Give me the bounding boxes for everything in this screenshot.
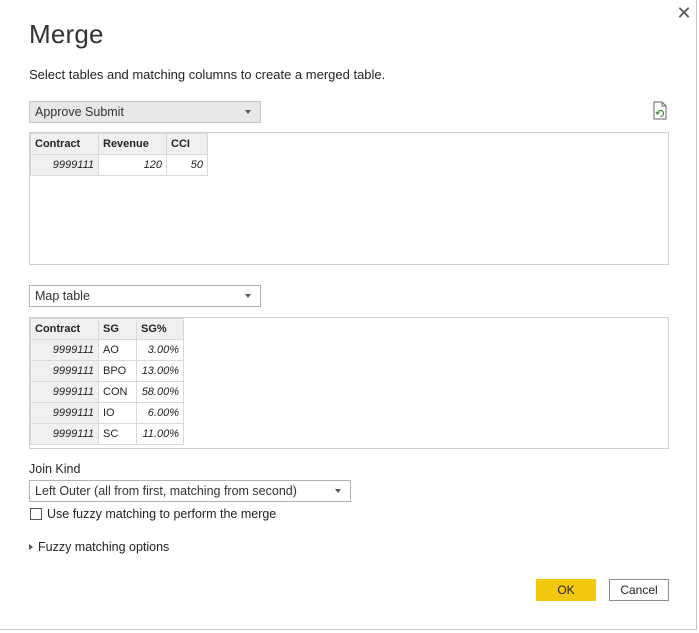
column-header-sg[interactable]: SG [98, 318, 137, 340]
first-table-grid: Contract Revenue CCI 9999111 120 50 [30, 133, 208, 176]
table-row: 9999111 120 50 [30, 154, 208, 176]
table-row: 9999111 BPO 13.00% [30, 360, 184, 382]
merge-dialog: ✕ Merge Select tables and matching colum… [0, 0, 697, 630]
dialog-subtitle: Select tables and matching columns to cr… [29, 67, 386, 82]
table-row: 9999111 IO 6.00% [30, 402, 184, 424]
table-header-row: Contract SG SG% [30, 318, 184, 340]
fuzzy-options-label: Fuzzy matching options [38, 540, 170, 554]
table-row: 9999111 AO 3.00% [30, 339, 184, 361]
table-cell: CON [98, 381, 137, 403]
chevron-down-icon [245, 294, 251, 298]
table-cell: 9999111 [30, 402, 99, 424]
chevron-down-icon [335, 489, 341, 493]
refresh-preview-icon[interactable] [652, 101, 668, 121]
fuzzy-matching-checkbox[interactable] [30, 508, 42, 520]
first-table-dropdown[interactable]: Approve Submit [29, 101, 261, 123]
table-cell: BPO [98, 360, 137, 382]
chevron-down-icon [245, 110, 251, 114]
join-kind-dropdown[interactable]: Left Outer (all from first, matching fro… [29, 480, 351, 502]
table-cell: 120 [98, 154, 167, 176]
column-header-contract[interactable]: Contract [30, 133, 99, 155]
join-kind-selected: Left Outer (all from first, matching fro… [35, 484, 297, 498]
table-cell: SC [98, 423, 137, 445]
table-cell: 13.00% [136, 360, 184, 382]
table-cell: 58.00% [136, 381, 184, 403]
table-cell: IO [98, 402, 137, 424]
table-cell: 9999111 [30, 360, 99, 382]
dialog-title: Merge [29, 19, 104, 49]
first-table-preview: Contract Revenue CCI 9999111 120 50 [29, 132, 669, 265]
fuzzy-options-expander[interactable]: Fuzzy matching options [29, 540, 169, 554]
column-header-contract[interactable]: Contract [30, 318, 99, 340]
table-cell: 9999111 [30, 154, 99, 176]
column-header-cci[interactable]: CCI [166, 133, 208, 155]
fuzzy-matching-label[interactable]: Use fuzzy matching to perform the merge [47, 507, 276, 521]
second-table-dropdown[interactable]: Map table [29, 285, 261, 307]
cancel-button[interactable]: Cancel [609, 579, 669, 601]
column-header-sg-percent[interactable]: SG% [136, 318, 184, 340]
table-cell: 9999111 [30, 381, 99, 403]
first-table-selected: Approve Submit [35, 105, 124, 119]
table-header-row: Contract Revenue CCI [30, 133, 208, 155]
column-header-revenue[interactable]: Revenue [98, 133, 167, 155]
table-cell: 50 [166, 154, 208, 176]
table-cell: 6.00% [136, 402, 184, 424]
table-row: 9999111 SC 11.00% [30, 423, 184, 445]
join-kind-label: Join Kind [29, 462, 81, 476]
second-table-selected: Map table [35, 289, 90, 303]
table-cell: 9999111 [30, 339, 99, 361]
chevron-right-icon [29, 544, 33, 550]
ok-button[interactable]: OK [536, 579, 596, 601]
table-cell: 3.00% [136, 339, 184, 361]
close-icon[interactable]: ✕ [673, 3, 695, 25]
second-table-preview: Contract SG SG% 9999111 AO 3.00% 9999111… [29, 317, 669, 449]
table-cell: 9999111 [30, 423, 99, 445]
table-cell: AO [98, 339, 137, 361]
table-cell: 11.00% [136, 423, 184, 445]
second-table-grid: Contract SG SG% 9999111 AO 3.00% 9999111… [30, 318, 184, 445]
table-row: 9999111 CON 58.00% [30, 381, 184, 403]
